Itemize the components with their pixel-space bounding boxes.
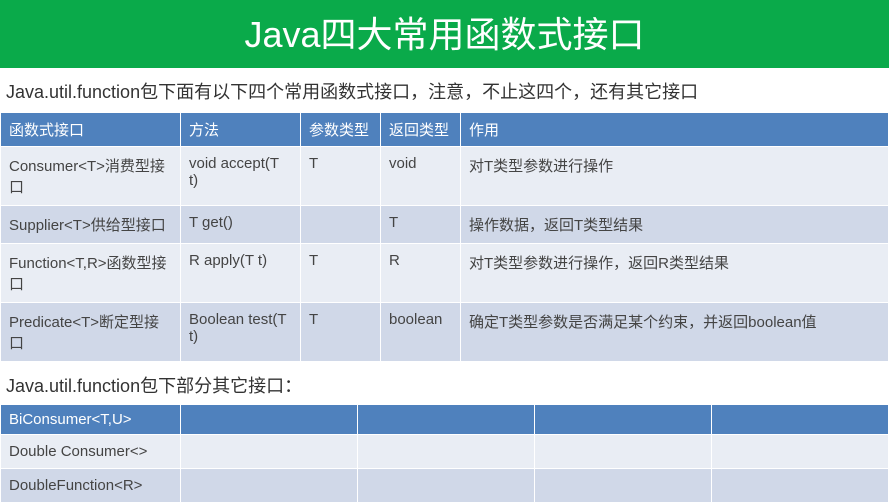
table-row: Function<T,R>函数型接口 R apply(T t) T R 对T类型… xyxy=(1,244,889,303)
cell-desc: 对T类型参数进行操作，返回R类型结果 xyxy=(461,244,889,303)
section2-title: Java.util.function包下部分其它接口： xyxy=(0,362,889,404)
cell-empty xyxy=(535,469,712,503)
table-row: Supplier<T>供给型接口 T get() T 操作数据，返回T类型结果 xyxy=(1,206,889,244)
cell-empty xyxy=(712,435,889,469)
other-interfaces-table: BiConsumer<T,U> Double Consumer<> Double… xyxy=(0,404,889,503)
header-return-type: 返回类型 xyxy=(381,113,461,147)
cell-param: T xyxy=(301,244,381,303)
cell-method: R apply(T t) xyxy=(181,244,301,303)
cell-empty xyxy=(535,435,712,469)
cell-empty xyxy=(358,435,535,469)
cell-interface: Function<T,R>函数型接口 xyxy=(1,244,181,303)
cell-return: boolean xyxy=(381,303,461,362)
table-header-row: 函数式接口 方法 参数类型 返回类型 作用 xyxy=(1,113,889,147)
cell-interface: DoubleFunction<R> xyxy=(1,469,181,503)
cell-interface: BiConsumer<T,U> xyxy=(1,405,181,435)
cell-method: void accept(T t) xyxy=(181,147,301,206)
header-param-type: 参数类型 xyxy=(301,113,381,147)
cell-method: Boolean test(T t) xyxy=(181,303,301,362)
header-interface: 函数式接口 xyxy=(1,113,181,147)
table-row: DoubleFunction<R> xyxy=(1,469,889,503)
cell-param xyxy=(301,206,381,244)
page-title: Java四大常用函数式接口 xyxy=(0,0,889,68)
header-purpose: 作用 xyxy=(461,113,889,147)
table-row: Consumer<T>消费型接口 void accept(T t) T void… xyxy=(1,147,889,206)
cell-method: T get() xyxy=(181,206,301,244)
cell-interface: Supplier<T>供给型接口 xyxy=(1,206,181,244)
cell-empty xyxy=(535,405,712,435)
main-table: 函数式接口 方法 参数类型 返回类型 作用 Consumer<T>消费型接口 v… xyxy=(0,112,889,362)
table-row: BiConsumer<T,U> xyxy=(1,405,889,435)
cell-desc: 操作数据，返回T类型结果 xyxy=(461,206,889,244)
cell-empty xyxy=(358,469,535,503)
cell-return: T xyxy=(381,206,461,244)
table-row: Double Consumer<> xyxy=(1,435,889,469)
cell-return: R xyxy=(381,244,461,303)
cell-empty xyxy=(712,469,889,503)
cell-param: T xyxy=(301,303,381,362)
table-row: Predicate<T>断定型接口 Boolean test(T t) T bo… xyxy=(1,303,889,362)
cell-interface: Consumer<T>消费型接口 xyxy=(1,147,181,206)
cell-interface: Predicate<T>断定型接口 xyxy=(1,303,181,362)
cell-desc: 确定T类型参数是否满足某个约束，并返回boolean值 xyxy=(461,303,889,362)
cell-return: void xyxy=(381,147,461,206)
cell-empty xyxy=(358,405,535,435)
cell-empty xyxy=(181,405,358,435)
cell-desc: 对T类型参数进行操作 xyxy=(461,147,889,206)
cell-empty xyxy=(181,435,358,469)
cell-interface: Double Consumer<> xyxy=(1,435,181,469)
cell-empty xyxy=(712,405,889,435)
header-method: 方法 xyxy=(181,113,301,147)
cell-param: T xyxy=(301,147,381,206)
subtitle-text: Java.util.function包下面有以下四个常用函数式接口，注意，不止这… xyxy=(0,68,889,112)
cell-empty xyxy=(181,469,358,503)
